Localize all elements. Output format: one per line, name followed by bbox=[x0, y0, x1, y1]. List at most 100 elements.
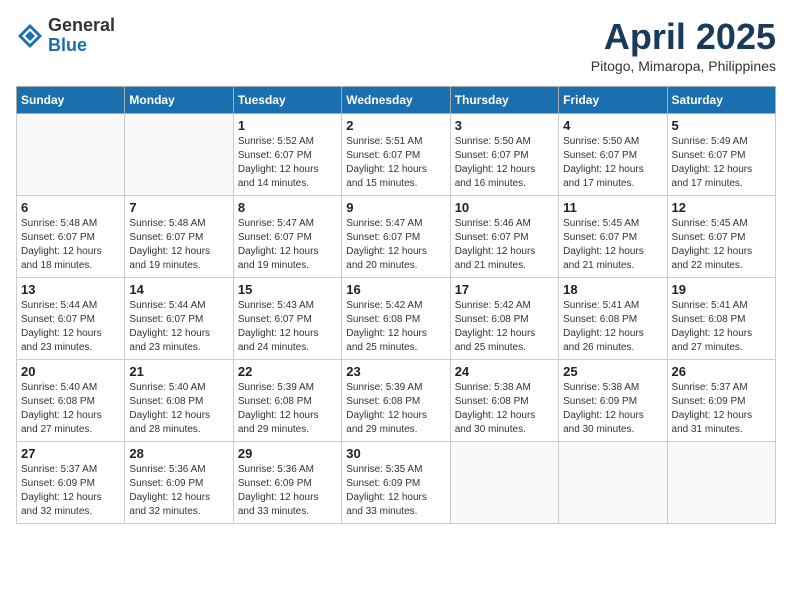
day-info: Sunrise: 5:45 AM Sunset: 6:07 PM Dayligh… bbox=[563, 217, 662, 273]
logo-text: General Blue bbox=[48, 16, 115, 56]
day-number: 5 bbox=[672, 118, 771, 133]
calendar-cell: 3 Sunrise: 5:50 AM Sunset: 6:07 PM Daylig… bbox=[450, 114, 558, 196]
day-info: Sunrise: 5:38 AM Sunset: 6:09 PM Dayligh… bbox=[563, 381, 662, 437]
weekday-header-sunday: Sunday bbox=[17, 87, 125, 114]
day-info: Sunrise: 5:40 AM Sunset: 6:08 PM Dayligh… bbox=[21, 381, 120, 437]
calendar-cell: 23Sunrise: 5:39 AM Sunset: 6:08 PM Dayli… bbox=[342, 360, 450, 442]
weekday-header-wednesday: Wednesday bbox=[342, 87, 450, 114]
calendar-week-4: 27 Sunrise: 5:37 AM Sunset: 6:09 PM Dayli… bbox=[17, 442, 776, 524]
calendar-cell: 1 Sunrise: 5:52 AM Sunset: 6:07 PM Daylig… bbox=[233, 114, 341, 196]
day-number: 30 bbox=[346, 446, 445, 461]
day-number: 28 bbox=[129, 446, 228, 461]
day-info: Sunrise: 5:39 AM Sunset: 6:08 PM Dayligh… bbox=[346, 381, 445, 437]
day-info: Sunrise: 5:42 AM Sunset: 6:08 PM Dayligh… bbox=[346, 299, 445, 355]
day-number: 22 bbox=[238, 364, 337, 379]
logo-blue: Blue bbox=[48, 36, 115, 56]
day-number: 17 bbox=[455, 282, 554, 297]
day-info: Sunrise: 5:48 AM Sunset: 6:07 PM Dayligh… bbox=[129, 217, 228, 273]
day-info: Sunrise: 5:45 AM Sunset: 6:07 PM Dayligh… bbox=[672, 217, 771, 273]
calendar-cell: 5 Sunrise: 5:49 AM Sunset: 6:07 PM Daylig… bbox=[667, 114, 775, 196]
day-info: Sunrise: 5:50 AM Sunset: 6:07 PM Dayligh… bbox=[563, 135, 662, 191]
calendar-week-0: 1 Sunrise: 5:52 AM Sunset: 6:07 PM Daylig… bbox=[17, 114, 776, 196]
calendar-cell: 8Sunrise: 5:47 AM Sunset: 6:07 PM Daylig… bbox=[233, 196, 341, 278]
day-info: Sunrise: 5:36 AM Sunset: 6:09 PM Dayligh… bbox=[129, 463, 228, 519]
day-info: Sunrise: 5:39 AM Sunset: 6:08 PM Dayligh… bbox=[238, 381, 337, 437]
day-info: Sunrise: 5:47 AM Sunset: 6:07 PM Dayligh… bbox=[238, 217, 337, 273]
day-number: 16 bbox=[346, 282, 445, 297]
calendar-table: SundayMondayTuesdayWednesdayThursdayFrid… bbox=[16, 86, 776, 524]
day-number: 1 bbox=[238, 118, 337, 133]
weekday-header-tuesday: Tuesday bbox=[233, 87, 341, 114]
calendar-cell: 19Sunrise: 5:41 AM Sunset: 6:08 PM Dayli… bbox=[667, 278, 775, 360]
day-info: Sunrise: 5:47 AM Sunset: 6:07 PM Dayligh… bbox=[346, 217, 445, 273]
day-number: 6 bbox=[21, 200, 120, 215]
calendar-week-2: 13 Sunrise: 5:44 AM Sunset: 6:07 PM Dayli… bbox=[17, 278, 776, 360]
calendar-cell: 4 Sunrise: 5:50 AM Sunset: 6:07 PM Daylig… bbox=[559, 114, 667, 196]
calendar-cell: 22 Sunrise: 5:39 AM Sunset: 6:08 PM Dayli… bbox=[233, 360, 341, 442]
day-number: 24 bbox=[455, 364, 554, 379]
calendar-week-1: 6 Sunrise: 5:48 AM Sunset: 6:07 PM Daylig… bbox=[17, 196, 776, 278]
calendar-cell: 26 Sunrise: 5:37 AM Sunset: 6:09 PM Dayli… bbox=[667, 360, 775, 442]
day-info: Sunrise: 5:43 AM Sunset: 6:07 PM Dayligh… bbox=[238, 299, 337, 355]
weekday-header-monday: Monday bbox=[125, 87, 233, 114]
calendar-cell: 29Sunrise: 5:36 AM Sunset: 6:09 PM Dayli… bbox=[233, 442, 341, 524]
logo-general: General bbox=[48, 16, 115, 36]
day-number: 7 bbox=[129, 200, 228, 215]
calendar-cell: 16 Sunrise: 5:42 AM Sunset: 6:08 PM Dayli… bbox=[342, 278, 450, 360]
day-number: 13 bbox=[21, 282, 120, 297]
day-number: 25 bbox=[563, 364, 662, 379]
day-number: 15 bbox=[238, 282, 337, 297]
logo: General Blue bbox=[16, 16, 115, 56]
calendar-cell bbox=[17, 114, 125, 196]
calendar-cell: 28 Sunrise: 5:36 AM Sunset: 6:09 PM Dayli… bbox=[125, 442, 233, 524]
day-number: 3 bbox=[455, 118, 554, 133]
title-block: April 2025 Pitogo, Mimaropa, Philippines bbox=[591, 16, 776, 74]
calendar-week-3: 20 Sunrise: 5:40 AM Sunset: 6:08 PM Dayli… bbox=[17, 360, 776, 442]
day-info: Sunrise: 5:36 AM Sunset: 6:09 PM Dayligh… bbox=[238, 463, 337, 519]
calendar-cell: 11 Sunrise: 5:45 AM Sunset: 6:07 PM Dayli… bbox=[559, 196, 667, 278]
day-info: Sunrise: 5:37 AM Sunset: 6:09 PM Dayligh… bbox=[21, 463, 120, 519]
weekday-header-saturday: Saturday bbox=[667, 87, 775, 114]
calendar-cell: 6 Sunrise: 5:48 AM Sunset: 6:07 PM Daylig… bbox=[17, 196, 125, 278]
logo-icon bbox=[16, 22, 44, 50]
day-number: 26 bbox=[672, 364, 771, 379]
calendar-cell bbox=[667, 442, 775, 524]
day-number: 18 bbox=[563, 282, 662, 297]
day-number: 19 bbox=[672, 282, 771, 297]
day-info: Sunrise: 5:51 AM Sunset: 6:07 PM Dayligh… bbox=[346, 135, 445, 191]
day-info: Sunrise: 5:41 AM Sunset: 6:08 PM Dayligh… bbox=[563, 299, 662, 355]
day-number: 2 bbox=[346, 118, 445, 133]
calendar-cell: 10Sunrise: 5:46 AM Sunset: 6:07 PM Dayli… bbox=[450, 196, 558, 278]
day-info: Sunrise: 5:40 AM Sunset: 6:08 PM Dayligh… bbox=[129, 381, 228, 437]
weekday-header-row: SundayMondayTuesdayWednesdayThursdayFrid… bbox=[17, 87, 776, 114]
day-number: 21 bbox=[129, 364, 228, 379]
day-info: Sunrise: 5:52 AM Sunset: 6:07 PM Dayligh… bbox=[238, 135, 337, 191]
calendar-cell: 20 Sunrise: 5:40 AM Sunset: 6:08 PM Dayli… bbox=[17, 360, 125, 442]
day-info: Sunrise: 5:37 AM Sunset: 6:09 PM Dayligh… bbox=[672, 381, 771, 437]
day-info: Sunrise: 5:50 AM Sunset: 6:07 PM Dayligh… bbox=[455, 135, 554, 191]
day-info: Sunrise: 5:44 AM Sunset: 6:07 PM Dayligh… bbox=[21, 299, 120, 355]
day-info: Sunrise: 5:42 AM Sunset: 6:08 PM Dayligh… bbox=[455, 299, 554, 355]
day-number: 20 bbox=[21, 364, 120, 379]
calendar-cell: 25 Sunrise: 5:38 AM Sunset: 6:09 PM Dayli… bbox=[559, 360, 667, 442]
page-header: General Blue April 2025 Pitogo, Mimaropa… bbox=[16, 16, 776, 74]
day-number: 4 bbox=[563, 118, 662, 133]
weekday-header-friday: Friday bbox=[559, 87, 667, 114]
calendar-cell: 27 Sunrise: 5:37 AM Sunset: 6:09 PM Dayli… bbox=[17, 442, 125, 524]
day-number: 9 bbox=[346, 200, 445, 215]
day-number: 27 bbox=[21, 446, 120, 461]
calendar-cell: 18 Sunrise: 5:41 AM Sunset: 6:08 PM Dayli… bbox=[559, 278, 667, 360]
day-info: Sunrise: 5:49 AM Sunset: 6:07 PM Dayligh… bbox=[672, 135, 771, 191]
calendar-cell: 9 Sunrise: 5:47 AM Sunset: 6:07 PM Daylig… bbox=[342, 196, 450, 278]
calendar-cell: 15 Sunrise: 5:43 AM Sunset: 6:07 PM Dayli… bbox=[233, 278, 341, 360]
day-number: 11 bbox=[563, 200, 662, 215]
calendar-cell bbox=[125, 114, 233, 196]
day-number: 12 bbox=[672, 200, 771, 215]
calendar-cell: 14Sunrise: 5:44 AM Sunset: 6:07 PM Dayli… bbox=[125, 278, 233, 360]
calendar-cell: 30Sunrise: 5:35 AM Sunset: 6:09 PM Dayli… bbox=[342, 442, 450, 524]
day-info: Sunrise: 5:48 AM Sunset: 6:07 PM Dayligh… bbox=[21, 217, 120, 273]
calendar-cell: 21 Sunrise: 5:40 AM Sunset: 6:08 PM Dayli… bbox=[125, 360, 233, 442]
day-info: Sunrise: 5:38 AM Sunset: 6:08 PM Dayligh… bbox=[455, 381, 554, 437]
calendar-cell: 12 Sunrise: 5:45 AM Sunset: 6:07 PM Dayli… bbox=[667, 196, 775, 278]
calendar-cell: 7 Sunrise: 5:48 AM Sunset: 6:07 PM Daylig… bbox=[125, 196, 233, 278]
